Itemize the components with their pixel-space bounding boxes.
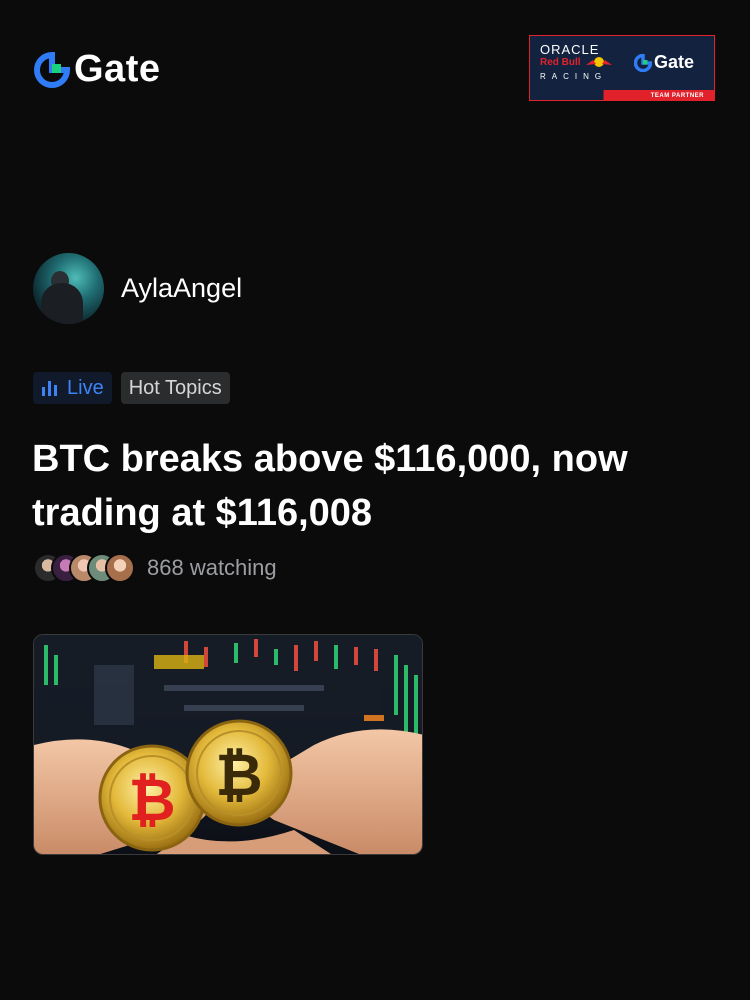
redbull-icon <box>586 57 612 67</box>
author-row[interactable]: AylaAngel <box>33 253 242 324</box>
partner-line-redbull: Red Bull <box>540 57 581 68</box>
partner-gate-logo: Gate <box>634 52 694 73</box>
partner-gate-text: Gate <box>654 52 695 72</box>
partner-line-racing: RACING <box>540 72 608 81</box>
header: Gate ORACLE Red Bull RACING Gate TEAM PA… <box>0 0 750 140</box>
watcher-avatar <box>105 553 135 583</box>
gate-logo-text: Gate <box>74 48 161 90</box>
hot-topics-label: Hot Topics <box>128 376 222 399</box>
svg-text:₿: ₿ <box>128 766 175 834</box>
tag-row: Live Hot Topics <box>33 372 230 404</box>
post-headline[interactable]: BTC breaks above $116,000, now trading a… <box>32 432 712 540</box>
author-avatar[interactable] <box>33 253 104 324</box>
author-name[interactable]: AylaAngel <box>121 273 242 304</box>
live-tag-label: Live <box>67 376 104 399</box>
live-tag[interactable]: Live <box>33 372 112 404</box>
gate-logo-icon <box>34 51 70 88</box>
live-bars-icon <box>42 381 57 396</box>
gate-small-icon <box>634 53 652 72</box>
watching-row: 868 watching <box>33 553 277 583</box>
avatar-figure <box>41 283 83 324</box>
hot-topics-tag[interactable]: Hot Topics <box>120 372 230 404</box>
post-thumbnail-image[interactable]: ₿ ₿ <box>33 634 423 855</box>
partner-line-oracle: ORACLE <box>540 42 600 57</box>
watching-count: 868 watching <box>147 555 277 580</box>
partner-ribbon-label: TEAM PARTNER <box>650 93 704 99</box>
svg-text:₿: ₿ <box>215 741 262 809</box>
gate-logo[interactable]: Gate <box>34 48 160 91</box>
bitcoin-coins-image: ₿ ₿ <box>34 635 422 854</box>
team-partner-banner[interactable]: ORACLE Red Bull RACING Gate TEAM PARTNER <box>529 35 715 101</box>
watcher-avatars <box>33 553 135 583</box>
